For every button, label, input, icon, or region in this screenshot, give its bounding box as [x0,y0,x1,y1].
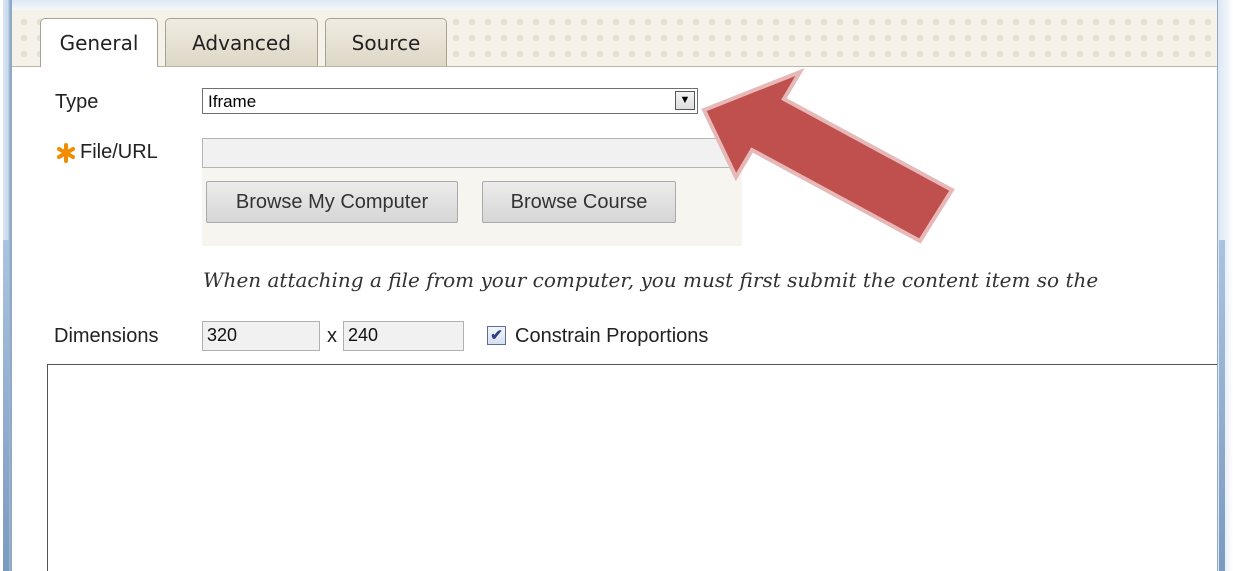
height-input[interactable]: 240 [343,321,464,351]
width-value: 320 [207,325,238,345]
type-select[interactable]: Iframe ▼ [202,88,698,114]
browse-course-button[interactable]: Browse Course [482,181,676,223]
constrain-proportions-checkbox[interactable]: ✔ [487,326,506,345]
constrain-proportions-label[interactable]: Constrain Proportions [515,325,708,348]
type-select-value: Iframe [208,92,257,111]
tab-source[interactable]: Source [325,18,447,66]
width-input[interactable]: 320 [202,321,320,351]
browse-my-computer-button[interactable]: Browse My Computer [206,181,458,223]
type-label: Type [55,91,99,113]
browse-course-label: Browse Course [510,190,648,213]
dimensions-label: Dimensions [54,325,159,347]
window-frame-left-accent [3,240,9,571]
tab-label: Advanced [192,30,291,55]
tab-label: General [59,31,139,55]
file-url-input[interactable] [202,138,742,168]
height-value: 240 [348,325,379,345]
window-frame-right-accent [1219,240,1225,571]
tab-strip: General Advanced Source [12,10,1217,67]
browse-my-computer-label: Browse My Computer [235,190,429,213]
tab-label: Source [351,30,421,55]
attachment-note: When attaching a file from your computer… [203,268,1099,292]
asterisk-icon [56,143,76,168]
arrow-icon [701,67,955,244]
tab-general[interactable]: General [40,18,158,67]
file-url-label: File/URL [80,141,158,163]
tab-advanced[interactable]: Advanced [165,18,318,66]
window-frame-top [12,0,1217,10]
media-preview-area [47,364,1217,571]
dimension-separator: x [327,325,337,347]
